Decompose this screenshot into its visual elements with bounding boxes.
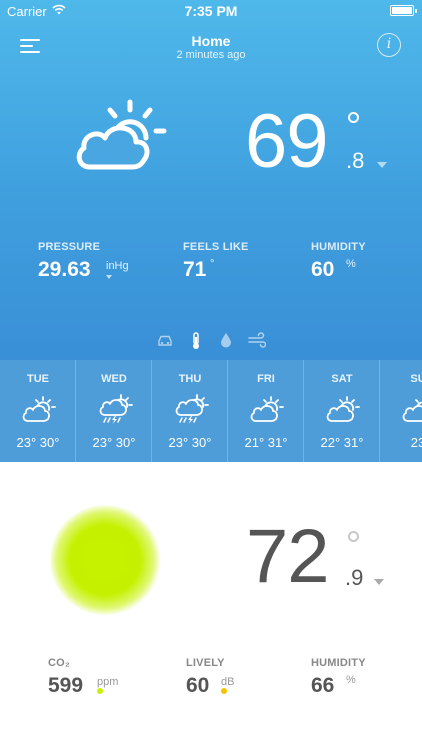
forecast-temps: 23° 30° <box>92 435 136 450</box>
forecast-day[interactable]: WED 23° 30° <box>76 360 152 462</box>
forecast-day[interactable]: SAT 22° 31° <box>304 360 380 462</box>
air-quality-indicator <box>50 505 160 615</box>
partly-cloudy-icon <box>76 99 167 170</box>
co2-label: CO₂ <box>48 657 70 669</box>
partly-cloudy-icon <box>326 396 360 422</box>
degree-symbol <box>348 531 359 542</box>
lively-label: LIVELY <box>186 657 225 669</box>
last-updated: 2 minutes ago <box>176 49 246 61</box>
partly-cloudy-icon <box>402 399 422 422</box>
co2-status-dot <box>97 688 103 694</box>
noise-status-dot <box>221 688 227 694</box>
lively-value: 60 <box>186 674 210 697</box>
forecast-day[interactable]: THU 23° 30° <box>152 360 228 462</box>
wind-icon[interactable] <box>248 332 266 348</box>
forecast-day-name: FRI <box>257 373 275 385</box>
thunderstorm-icon <box>175 394 209 424</box>
partly-cloudy-icon <box>250 396 284 422</box>
partly-cloudy-icon <box>22 396 56 422</box>
view-mode-selector <box>0 332 422 350</box>
forecast-temps: 23° 30° <box>168 435 212 450</box>
outdoor-panel: Carrier 7:35 PM Home 2 minutes ago i 69 … <box>0 0 422 360</box>
status-time: 7:35 PM <box>184 3 238 19</box>
water-drop-icon[interactable] <box>220 332 232 348</box>
battery-icon <box>390 5 417 16</box>
degree-symbol <box>348 112 359 123</box>
trend-down-icon <box>377 162 387 168</box>
forecast-temps: 23° 30° <box>16 435 60 450</box>
co2-unit: ppm <box>97 676 119 688</box>
forecast-temps: 23 <box>410 435 422 450</box>
indoor-temperature-decimal: .9 <box>345 565 364 590</box>
outdoor-temperature-decimal: .8 <box>346 148 365 173</box>
pressure-unit: inHg <box>106 260 129 272</box>
trend-down-icon <box>374 579 384 585</box>
forecast-day[interactable]: FRI 21° 31° <box>228 360 304 462</box>
feels-like-label: FEELS LIKE <box>183 241 249 253</box>
indoor-humidity-label: HUMIDITY <box>311 657 366 669</box>
feels-like-value: 71 <box>183 258 207 281</box>
indoor-temperature: 72 <box>246 514 330 599</box>
co2-value: 599 <box>48 674 84 697</box>
forecast-day-name: SAT <box>331 373 353 385</box>
forecast-day-name: WED <box>101 373 127 385</box>
humidity-label: HUMIDITY <box>311 241 366 253</box>
info-icon[interactable]: i <box>377 33 401 57</box>
lively-unit: dB <box>221 676 235 688</box>
pressure-label: PRESSURE <box>38 241 101 253</box>
forecast-day[interactable]: TUE 23° 30° <box>0 360 76 462</box>
status-bar: Carrier 7:35 PM <box>0 0 422 22</box>
forecast-strip[interactable]: TUE 23° 30° WED 23° 30° THU 23° 30° FRI … <box>0 360 422 462</box>
station-title[interactable]: Home <box>0 33 422 49</box>
forecast-day-name: THU <box>178 373 202 385</box>
car-icon[interactable] <box>157 332 173 348</box>
humidity-unit: % <box>346 258 356 270</box>
forecast-day-name: TUE <box>27 373 49 385</box>
outdoor-temperature: 69 <box>245 99 329 184</box>
pressure-value: 29.63 <box>38 258 91 281</box>
forecast-temps: 21° 31° <box>244 435 288 450</box>
thunderstorm-icon <box>99 394 133 424</box>
indoor-humidity-unit: % <box>346 674 356 686</box>
indoor-humidity-value: 66 <box>311 674 335 697</box>
humidity-value: 60 <box>311 258 335 281</box>
trend-down-icon <box>106 275 112 279</box>
forecast-day-name: SU <box>410 373 422 385</box>
feels-like-degree: ° <box>210 258 215 270</box>
thermometer-icon[interactable] <box>190 332 202 350</box>
forecast-day[interactable]: SU 23 <box>380 360 422 462</box>
forecast-temps: 22° 31° <box>320 435 364 450</box>
